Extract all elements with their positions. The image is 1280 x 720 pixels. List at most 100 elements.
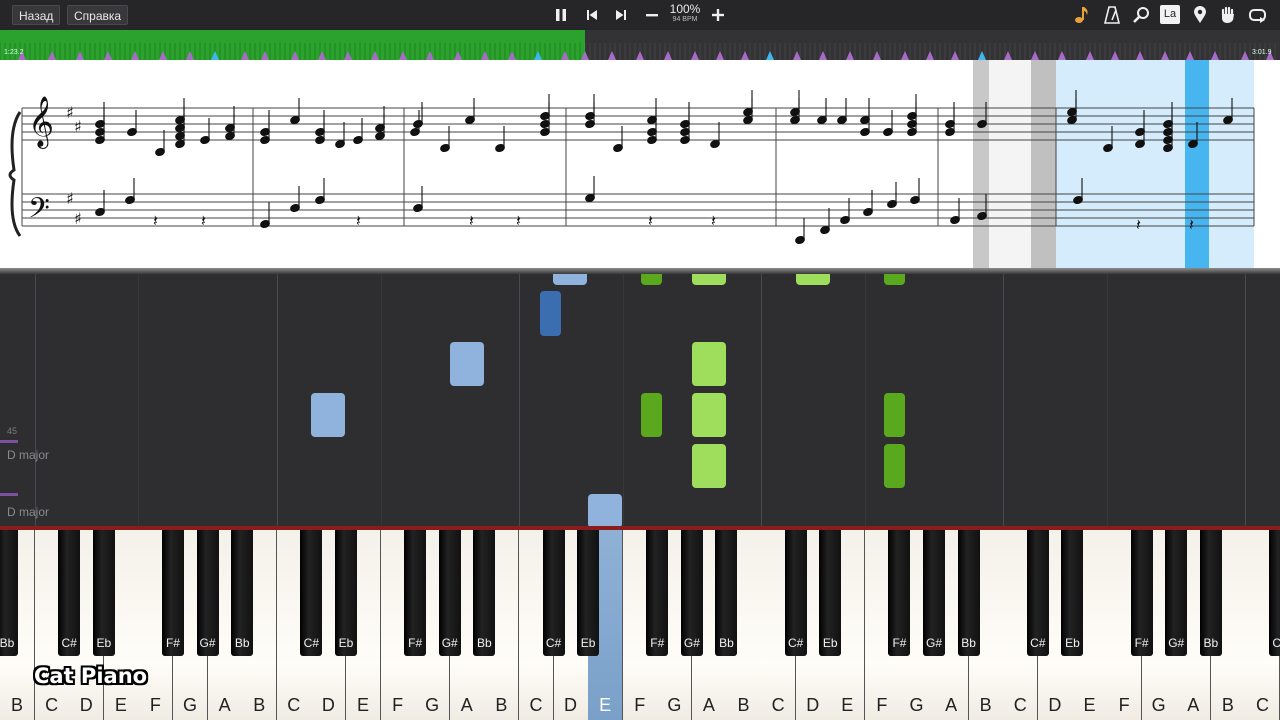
svg-text:𝄞: 𝄞 [28,96,54,149]
black-key[interactable]: C# [1026,530,1049,656]
timeline[interactable]: 1:23.2 3:01.9 [0,30,1280,60]
loop-icon[interactable] [1247,4,1269,26]
timeline-markers [0,43,1276,60]
key-label: B [1221,695,1234,715]
timeline-marker [1136,51,1144,60]
key-signature-label: D major [7,448,50,462]
key-change-marker [0,493,18,496]
pause-icon[interactable] [550,4,572,26]
black-key[interactable]: G# [923,530,946,656]
black-key[interactable]: C# [784,530,807,656]
rest-symbol: 𝄽 [1136,215,1141,234]
elapsed-time: 1:23.2 [4,49,24,56]
bpm-readout: 94 BPM [672,16,698,23]
black-key[interactable]: C# [542,530,565,656]
black-key[interactable]: F# [888,530,911,656]
timeline-marker [211,51,219,60]
grid-line [1245,274,1246,526]
key-label: D [1048,695,1062,715]
key-label: G [1151,695,1166,715]
key-label: Eb [822,636,838,650]
search-icon[interactable] [1130,4,1152,26]
black-key[interactable]: G# [1165,530,1188,656]
back-button[interactable]: Назад [12,5,61,25]
black-key[interactable]: Eb [1061,530,1084,656]
note-label-icon[interactable]: La [1160,5,1180,24]
falling-note [540,291,561,336]
timeline-marker [716,51,724,60]
falling-note [884,274,905,285]
black-key[interactable]: Eb [819,530,842,656]
black-key[interactable]: G# [680,530,703,656]
timeline-marker [926,51,934,60]
black-key[interactable]: G# [438,530,461,656]
total-time: 3:01.9 [1252,49,1272,56]
black-key[interactable]: C# [300,530,323,656]
timeline-marker [1211,51,1219,60]
black-key[interactable]: Bb [473,530,496,656]
key-label: G [667,695,682,715]
key-change-marker [0,440,18,443]
black-key[interactable]: F# [1130,530,1153,656]
black-key[interactable]: Eb [334,530,357,656]
black-key[interactable]: Bb [1199,530,1222,656]
falling-note [692,444,726,488]
grid-line [761,274,762,526]
grid-line [138,274,139,526]
key-label: Bb [476,636,492,650]
location-pin-icon[interactable] [1189,4,1211,26]
black-key[interactable]: Bb [715,530,738,656]
key-label: F [634,695,646,715]
black-key[interactable]: C# [1269,530,1280,656]
sheet-music[interactable]: 𝄽 𝄽 𝄽 𝄽 𝄽 𝄽 𝄽 𝄽 𝄽 𝄞 𝄢 ♯ ♯ ♯ ♯ [0,60,1280,268]
key-label: C# [303,636,320,650]
black-key[interactable]: Bb [0,530,18,656]
black-key[interactable]: F# [404,530,427,656]
help-button[interactable]: Справка [67,5,129,25]
black-key[interactable]: Eb [92,530,115,656]
skip-back-icon[interactable] [581,4,603,26]
skip-forward-icon[interactable] [610,4,632,26]
minus-icon[interactable] [641,4,663,26]
piano-keyboard[interactable]: B C D E F G A B C D E F G A B C D E F G A B C D E F G A B C D E F G A B C Bb C… [0,530,1280,720]
key-label: Bb [1203,636,1219,650]
key-label: Bb [719,636,734,650]
key-label: D [79,695,93,715]
note-icon[interactable] [1071,4,1093,26]
timeline-marker [426,51,434,60]
key-label: Eb [1065,636,1080,650]
svg-text:♯: ♯ [66,103,74,122]
black-key[interactable]: G# [196,530,219,656]
falling-note [692,342,726,386]
grid-line [1107,274,1108,526]
timeline-marker [241,51,249,60]
metronome-icon[interactable] [1101,4,1123,26]
key-label: F [149,695,161,715]
key-label: C# [61,636,77,650]
key-label: Eb [580,636,596,650]
rest-symbol: 𝄽 [469,211,474,230]
key-label: E [114,695,127,715]
black-key[interactable]: F# [646,530,669,656]
key-label: Eb [96,636,112,650]
timeline-marker [766,51,774,60]
rest-symbol: 𝄽 [201,211,206,230]
key-label: C [45,695,59,715]
key-label: F [392,695,404,715]
falling-note [553,274,587,285]
timeline-marker [1186,51,1194,60]
black-key[interactable]: Bb [231,530,254,656]
black-key[interactable]: Eb [577,530,600,656]
hand-icon[interactable] [1217,4,1239,26]
plus-icon[interactable] [707,4,729,26]
black-key[interactable]: F# [161,530,184,656]
timeline-marker [846,51,854,60]
black-key[interactable]: Bb [957,530,980,656]
key-label: E [841,695,854,715]
key-label: C [287,695,301,715]
grid-line [865,274,866,526]
svg-text:𝄢: 𝄢 [28,192,50,232]
black-key[interactable]: C# [58,530,81,656]
key-label: D [321,695,335,715]
key-label: C [771,695,785,715]
